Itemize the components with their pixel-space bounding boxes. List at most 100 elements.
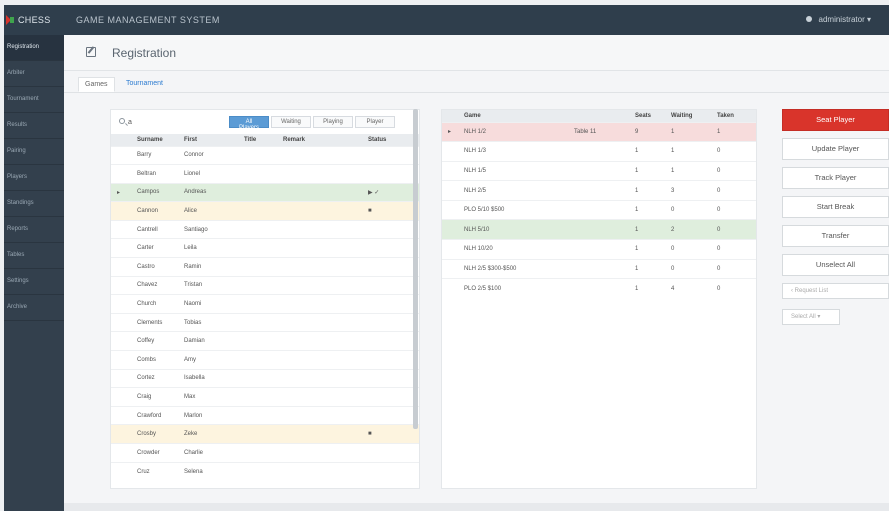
column-title[interactable]: Title: [238, 134, 277, 146]
cell-waiting: 3: [665, 180, 711, 201]
table-header: Game Seats Waiting Taken: [442, 110, 756, 122]
cell-seats: 1: [629, 278, 665, 299]
table-row[interactable]: Combs Amy: [111, 350, 419, 370]
table-row[interactable]: Crowder Charlie: [111, 443, 419, 463]
table-row[interactable]: Church Naomi: [111, 294, 419, 314]
game-tables-table: Game Seats Waiting Taken ▸ NLH 1/2 Table 1…: [442, 110, 756, 299]
table-row[interactable]: Craig Max: [111, 387, 419, 407]
filter-playing[interactable]: Playing: [313, 116, 353, 128]
cell-status: [362, 238, 419, 258]
filter-all-players[interactable]: All Players: [229, 116, 269, 131]
cell-marker: [442, 219, 458, 240]
cell-waiting: 0: [665, 258, 711, 279]
cell-surname: Cannon: [131, 201, 178, 221]
table-row[interactable]: Clements Tobias: [111, 312, 419, 332]
cell-note: [568, 141, 629, 162]
column-note: [568, 110, 629, 122]
filter-waiting[interactable]: Waiting: [271, 116, 311, 128]
sidebar-item-archive[interactable]: Archive: [4, 295, 64, 321]
app-logo[interactable]: CHESS: [6, 13, 50, 27]
transfer-button[interactable]: Transfer: [782, 225, 889, 247]
players-scrollbar[interactable]: [413, 109, 418, 429]
table-row[interactable]: ▸ Campos Andreas ▶ ✓: [111, 182, 419, 202]
column-waiting[interactable]: Waiting: [665, 110, 711, 122]
filter-player[interactable]: Player: [355, 116, 395, 128]
sidebar-item-registration[interactable]: Registration: [4, 35, 64, 61]
cell-taken: 0: [711, 160, 756, 181]
table-row[interactable]: NLH 2/5 $300-$500 1 0 0: [442, 258, 756, 279]
table-row[interactable]: Cruz Selena: [111, 461, 419, 481]
sidebar-item-pairing[interactable]: Pairing: [4, 139, 64, 165]
table-row[interactable]: Castro Ramin: [111, 257, 419, 277]
cell-remark: [277, 424, 362, 444]
search-input[interactable]: [128, 116, 224, 128]
cell-marker: [111, 294, 131, 314]
cell-taken: 0: [711, 239, 756, 260]
page-header: Registration: [64, 35, 889, 71]
table-row[interactable]: Cannon Alice ■: [111, 201, 419, 221]
column-surname[interactable]: Surname: [131, 134, 178, 146]
sidebar-item-settings[interactable]: Settings: [4, 269, 64, 295]
table-row[interactable]: NLH 1/5 1 1 0: [442, 160, 756, 181]
table-row[interactable]: Carter Leila: [111, 238, 419, 258]
cell-first: Amy: [178, 350, 238, 370]
cell-taken: 0: [711, 199, 756, 220]
unselect-all-button[interactable]: Unselect All: [782, 254, 889, 276]
table-row[interactable]: NLH 1/3 1 1 0: [442, 141, 756, 162]
table-row[interactable]: Barry Connor: [111, 145, 419, 165]
tab-tournament[interactable]: Tournament: [120, 77, 169, 90]
cell-marker: [111, 219, 131, 239]
cell-marker: [111, 443, 131, 463]
cell-marker: [111, 368, 131, 388]
sidebar: Registration Arbiter Tournament Results Pair…: [4, 35, 64, 511]
cell-surname: Clements: [131, 312, 178, 332]
track-player-button[interactable]: Track Player: [782, 167, 889, 189]
table-row[interactable]: ▸ NLH 1/2 Table 11 9 1 1: [442, 121, 756, 142]
select-all-select[interactable]: Select All ▾: [782, 309, 840, 325]
cell-marker: [442, 278, 458, 299]
column-game[interactable]: Game: [458, 110, 568, 122]
sidebar-item-tables[interactable]: Tables: [4, 243, 64, 269]
update-player-button[interactable]: Update Player: [782, 138, 889, 160]
cell-first: Andreas: [178, 182, 238, 202]
cell-waiting: 0: [665, 199, 711, 220]
table-row[interactable]: NLH 2/5 1 3 0: [442, 180, 756, 201]
edit-icon: [86, 47, 96, 57]
start-break-button[interactable]: Start Break: [782, 196, 889, 218]
sidebar-item-players[interactable]: Players: [4, 165, 64, 191]
players-table: Surname First Title Remark Status Barry C…: [111, 134, 419, 481]
table-row[interactable]: Crawford Marlon: [111, 405, 419, 425]
column-seats[interactable]: Seats: [629, 110, 665, 122]
sidebar-item-tournament[interactable]: Tournament: [4, 87, 64, 113]
column-remark[interactable]: Remark: [277, 134, 362, 146]
sidebar-item-arbiter[interactable]: Arbiter: [4, 61, 64, 87]
column-taken[interactable]: Taken: [711, 110, 756, 122]
table-row[interactable]: NLH 5/10 1 2 0: [442, 219, 756, 240]
table-row[interactable]: Chavez Tristan: [111, 275, 419, 295]
table-row[interactable]: Cantrell Santiago: [111, 219, 419, 239]
sidebar-item-standings[interactable]: Standings: [4, 191, 64, 217]
column-status[interactable]: Status: [362, 134, 419, 146]
table-row[interactable]: Beltran Lionel: [111, 164, 419, 184]
sidebar-item-results[interactable]: Results: [4, 113, 64, 139]
table-row[interactable]: Cortez Isabella: [111, 368, 419, 388]
cell-note: [568, 180, 629, 201]
cell-note: [568, 160, 629, 181]
sidebar-item-reports[interactable]: Reports: [4, 217, 64, 243]
table-row[interactable]: Coffey Damian: [111, 331, 419, 351]
select-all-label: Select All: [791, 314, 816, 320]
user-menu[interactable]: administrator ▾: [806, 15, 871, 24]
table-row[interactable]: NLH 10/20 1 0 0: [442, 239, 756, 260]
seat-player-button[interactable]: Seat Player: [782, 109, 889, 131]
table-row[interactable]: PLO 2/5 $100 1 4 0: [442, 278, 756, 299]
column-first[interactable]: First: [178, 134, 238, 146]
cell-marker: [111, 164, 131, 184]
cell-remark: [277, 238, 362, 258]
request-list-select[interactable]: ‹ Request List: [782, 283, 889, 299]
tab-games[interactable]: Games: [78, 77, 115, 92]
cell-marker: [111, 461, 131, 481]
table-row[interactable]: Crosby Zeke ■: [111, 424, 419, 444]
cell-first: Tobias: [178, 312, 238, 332]
cell-first: Selena: [178, 461, 238, 481]
table-row[interactable]: PLO 5/10 $500 1 0 0: [442, 199, 756, 220]
